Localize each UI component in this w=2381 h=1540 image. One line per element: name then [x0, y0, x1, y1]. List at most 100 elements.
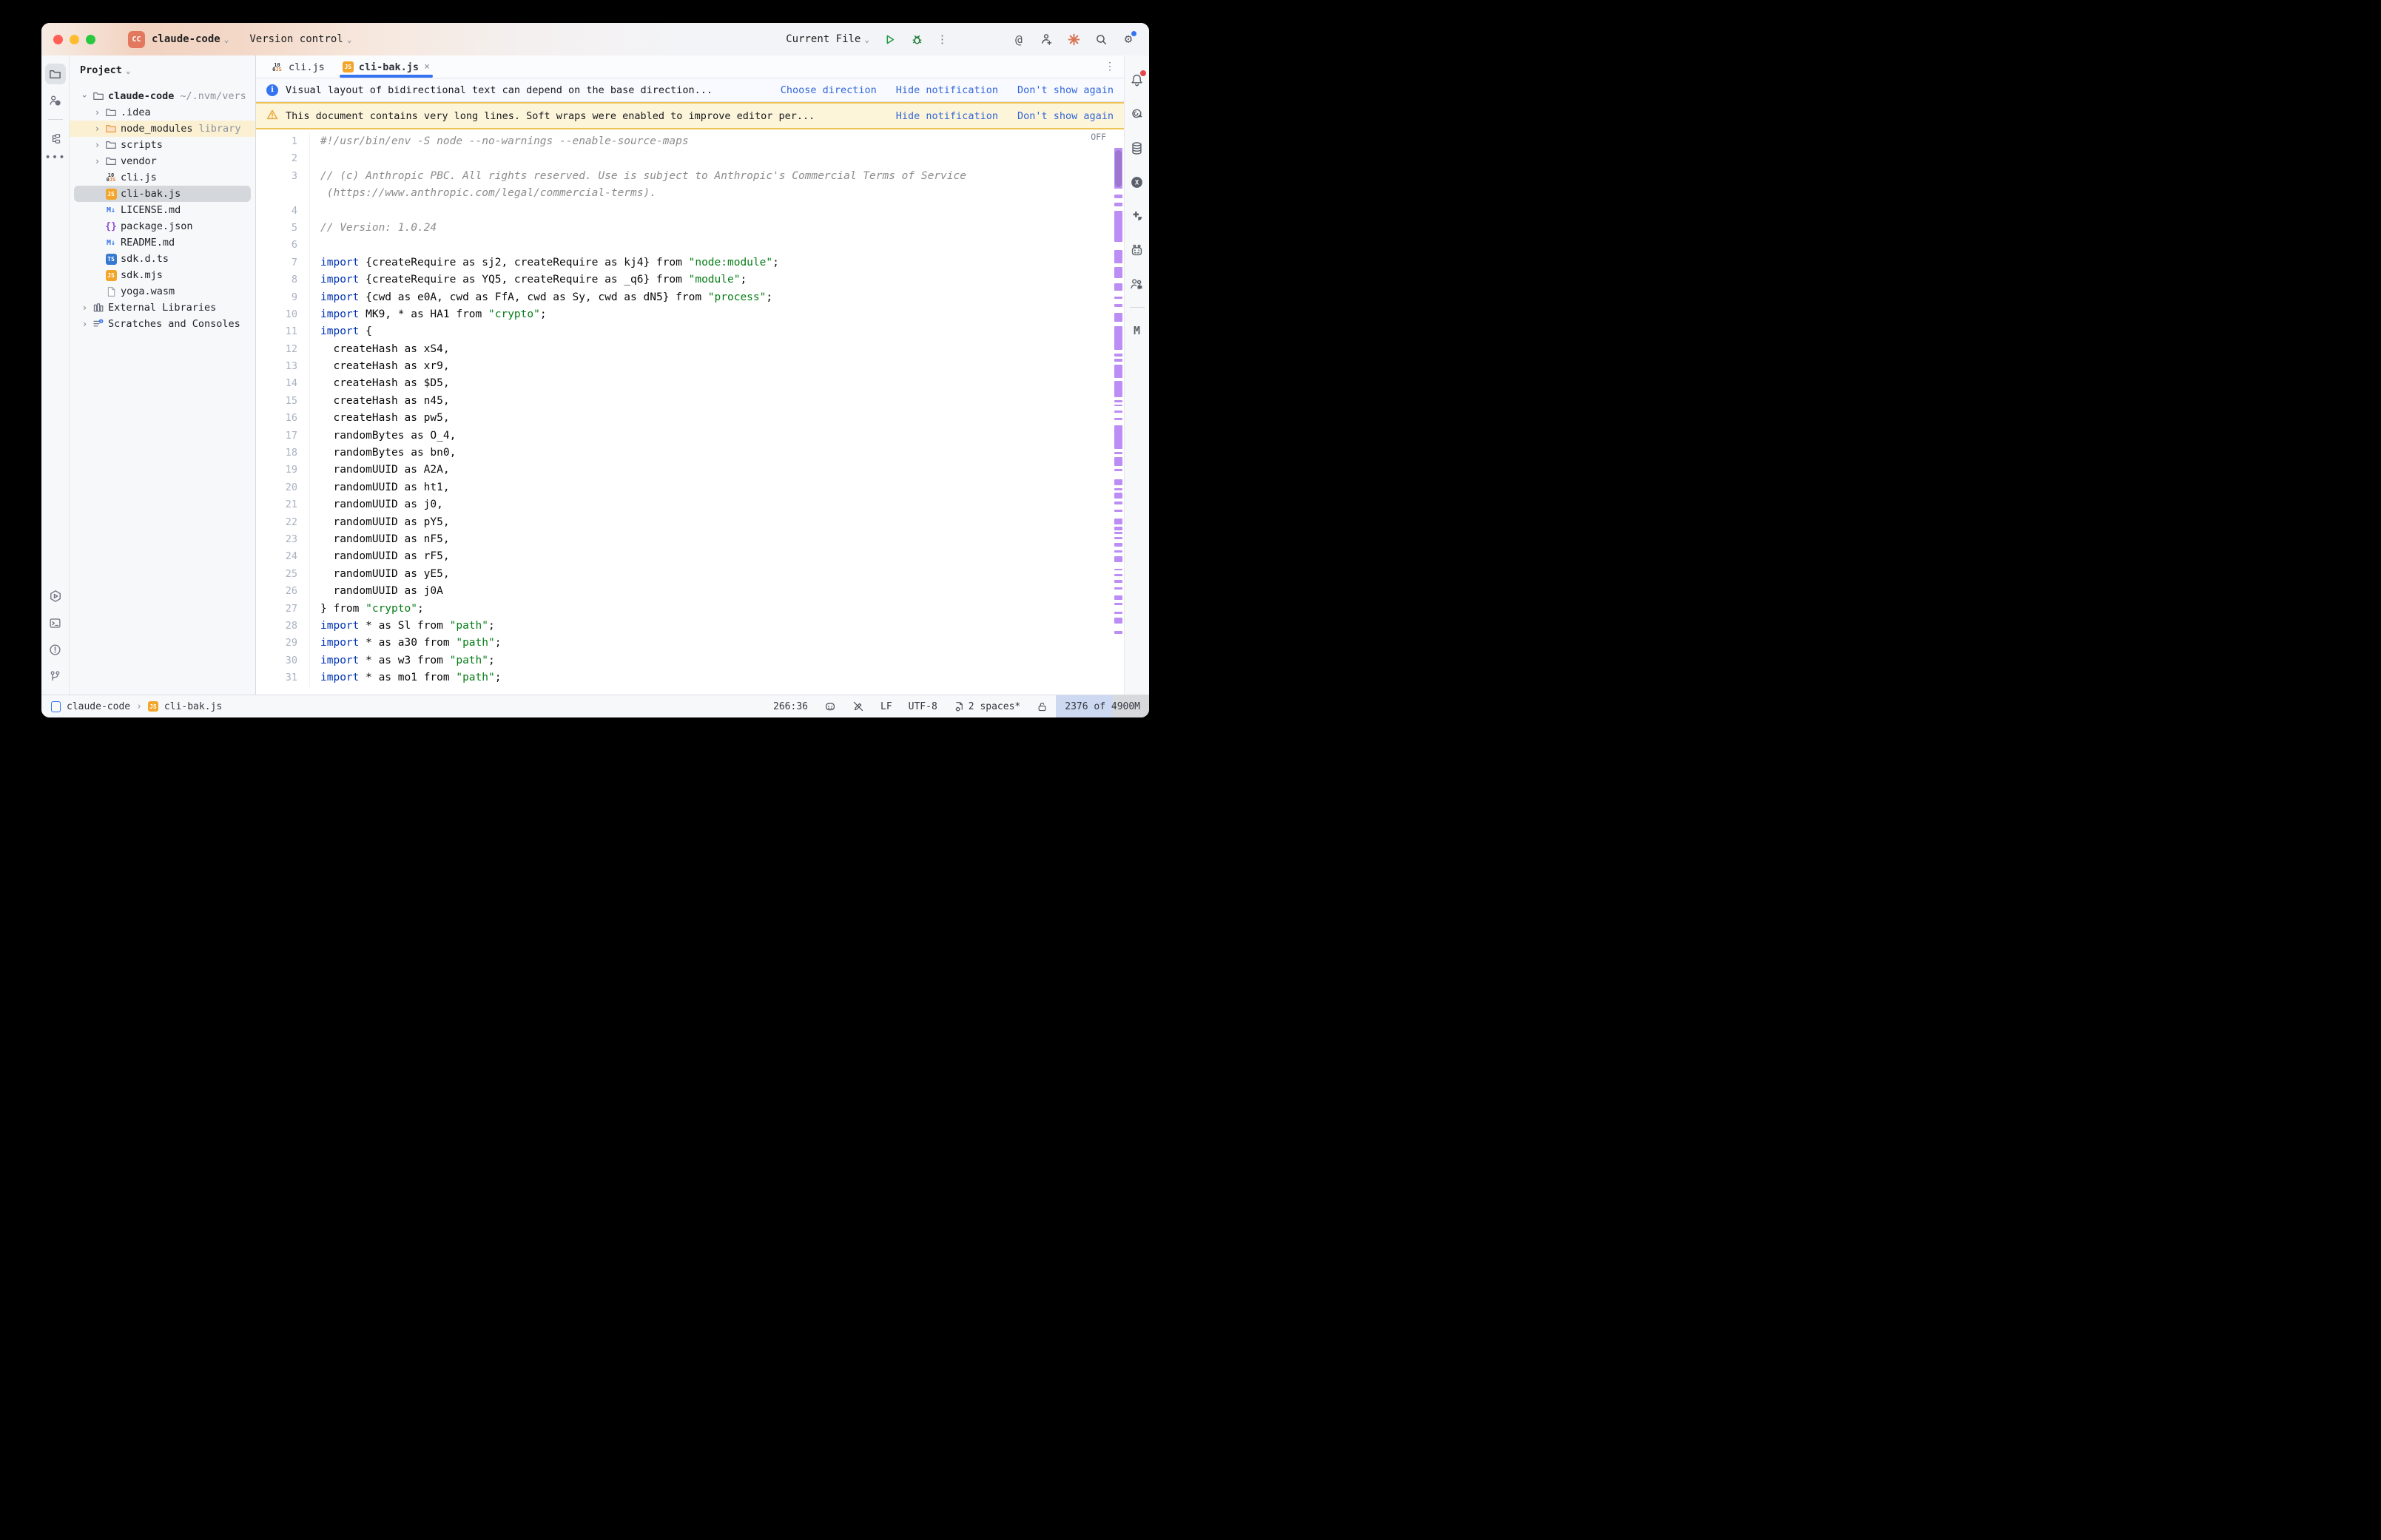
hide-notification-link[interactable]: Hide notification: [896, 110, 998, 122]
x-plugin-icon[interactable]: X: [1128, 173, 1146, 191]
line-number[interactable]: 12: [256, 341, 309, 358]
code-line[interactable]: 5// Version: 1.0.24: [256, 220, 1124, 237]
line-number[interactable]: 27: [256, 601, 309, 618]
more-tool-windows-button[interactable]: •••: [44, 152, 65, 163]
ai-assistant-icon[interactable]: [1128, 105, 1146, 123]
line-number[interactable]: 24: [256, 548, 309, 565]
tree-item-node-modules[interactable]: ›node_moduleslibrary: [70, 121, 255, 137]
line-number[interactable]: 9: [256, 289, 309, 306]
line-number[interactable]: 14: [256, 375, 309, 392]
more-actions-icon[interactable]: ⋮: [937, 33, 948, 46]
tree-chevron-icon[interactable]: ›: [91, 140, 104, 150]
version-control-menu[interactable]: Version control: [249, 33, 343, 45]
robot-plugin-icon[interactable]: [1128, 241, 1146, 259]
code-line[interactable]: 29import * as a30 from "path";: [256, 635, 1124, 652]
code-line[interactable]: 22 randomUUID as pY5,: [256, 514, 1124, 531]
choose-direction-link[interactable]: Choose direction: [781, 84, 877, 96]
code-line[interactable]: 2: [256, 150, 1124, 167]
database-icon[interactable]: [1128, 139, 1146, 157]
line-number[interactable]: [256, 185, 309, 202]
code-line[interactable]: 13 createHash as xr9,: [256, 358, 1124, 375]
tree-item-scratches-and-consoles[interactable]: ›Scratches and Consoles: [70, 316, 255, 332]
code-line[interactable]: 14 createHash as $D5,: [256, 375, 1124, 392]
code-line[interactable]: 30import * as w3 from "path";: [256, 652, 1124, 669]
notifications-bell-icon[interactable]: [1128, 71, 1146, 89]
tree-item-readme-md[interactable]: M↓README.md: [70, 234, 255, 251]
maximize-window-button[interactable]: [86, 35, 95, 44]
pull-requests-tool-button[interactable]: ?: [45, 90, 66, 111]
line-number[interactable]: 18: [256, 445, 309, 462]
memory-indicator[interactable]: 2376 of 4900M: [1056, 695, 1149, 717]
tree-chevron-icon[interactable]: ›: [91, 156, 104, 166]
tree-item-cli-js[interactable]: 100JScli.js: [70, 169, 255, 186]
highlighting-level-icon[interactable]: [844, 695, 872, 717]
tree-item-sdk-mjs[interactable]: JSsdk.mjs: [70, 267, 255, 283]
line-number[interactable]: 5: [256, 220, 309, 237]
code-line[interactable]: 1#!/usr/bin/env -S node --no-warnings --…: [256, 133, 1124, 150]
breadcrumb-project[interactable]: claude-code: [67, 701, 130, 712]
line-number[interactable]: 10: [256, 306, 309, 323]
search-icon[interactable]: [1094, 32, 1108, 47]
lock-icon[interactable]: [1028, 695, 1056, 717]
tab-cli-js[interactable]: 100JS cli.js: [262, 56, 334, 78]
line-number[interactable]: 20: [256, 479, 309, 496]
line-number[interactable]: 31: [256, 669, 309, 686]
project-tool-button[interactable]: [45, 64, 66, 84]
tree-item-scripts[interactable]: ›scripts: [70, 137, 255, 153]
close-window-button[interactable]: [53, 35, 63, 44]
line-number[interactable]: 22: [256, 514, 309, 531]
claude-logo-icon[interactable]: [1066, 32, 1081, 47]
tab-overflow-icon[interactable]: ⋮: [1105, 61, 1115, 72]
line-number[interactable]: 21: [256, 496, 309, 513]
tab-cli-bak-js[interactable]: JS cli-bak.js ×: [334, 56, 439, 78]
line-number[interactable]: 11: [256, 323, 309, 340]
line-number[interactable]: 26: [256, 583, 309, 600]
tree-chevron-icon[interactable]: ›: [91, 124, 104, 134]
line-number[interactable]: 4: [256, 203, 309, 220]
dont-show-again-link[interactable]: Don't show again: [1017, 84, 1114, 96]
code-with-me-icon[interactable]: [1128, 275, 1146, 293]
code-area[interactable]: 1#!/usr/bin/env -S node --no-warnings --…: [256, 129, 1124, 695]
code-line[interactable]: 9import {cwd as e0A, cwd as FfA, cwd as …: [256, 289, 1124, 306]
add-user-icon[interactable]: [1039, 32, 1054, 47]
code-line[interactable]: 20 randomUUID as ht1,: [256, 479, 1124, 496]
tree-chevron-icon[interactable]: ›: [91, 107, 104, 118]
line-number[interactable]: 2: [256, 150, 309, 167]
line-number[interactable]: 15: [256, 393, 309, 410]
maven-plugin-icon[interactable]: M: [1128, 322, 1146, 340]
code-line[interactable]: 19 randomUUID as A2A,: [256, 462, 1124, 479]
tree-item--idea[interactable]: ›.idea: [70, 104, 255, 121]
scrollbar-thumb[interactable]: [1115, 150, 1122, 187]
code-line[interactable]: 18 randomBytes as bn0,: [256, 445, 1124, 462]
code-line[interactable]: 31import * as mo1 from "path";: [256, 669, 1124, 686]
line-number[interactable]: 28: [256, 618, 309, 635]
code-line[interactable]: 12 createHash as xS4,: [256, 341, 1124, 358]
line-number[interactable]: 19: [256, 462, 309, 479]
editor-scrollbar[interactable]: [1113, 129, 1124, 695]
terminal-tool-button[interactable]: [45, 612, 66, 633]
code-line[interactable]: 10import MK9, * as HA1 from "crypto";: [256, 306, 1124, 323]
close-tab-icon[interactable]: ×: [424, 61, 430, 72]
tree-item-yoga-wasm[interactable]: yoga.wasm: [70, 283, 255, 300]
line-number[interactable]: 29: [256, 635, 309, 652]
editor[interactable]: 1#!/usr/bin/env -S node --no-warnings --…: [256, 129, 1124, 695]
code-line[interactable]: 8import {createRequire as YQ5, createReq…: [256, 271, 1124, 288]
project-menu[interactable]: claude-code: [152, 33, 220, 45]
services-tool-button[interactable]: [45, 586, 66, 607]
dependencies-plugin-icon[interactable]: [1128, 207, 1146, 225]
tree-item-cli-bak-js[interactable]: JScli-bak.js: [70, 186, 255, 202]
line-number[interactable]: 17: [256, 428, 309, 445]
git-tool-button[interactable]: [45, 666, 66, 686]
code-line[interactable]: (https://www.anthropic.com/legal/commerc…: [256, 185, 1124, 202]
tree-item-sdk-d-ts[interactable]: TSsdk.d.ts: [70, 251, 255, 267]
breadcrumb-file[interactable]: cli-bak.js: [164, 701, 222, 712]
line-number[interactable]: 25: [256, 566, 309, 583]
line-number[interactable]: 30: [256, 652, 309, 669]
tree-item-claude-code[interactable]: ›claude-code~/.nvm/vers: [70, 88, 255, 104]
line-number[interactable]: 16: [256, 410, 309, 427]
line-number[interactable]: 13: [256, 358, 309, 375]
line-separator-widget[interactable]: LF: [872, 695, 900, 717]
caret-position[interactable]: 266:36: [765, 695, 816, 717]
indent-widget[interactable]: 2 spaces*: [946, 695, 1028, 717]
structure-tool-button[interactable]: [45, 128, 66, 149]
